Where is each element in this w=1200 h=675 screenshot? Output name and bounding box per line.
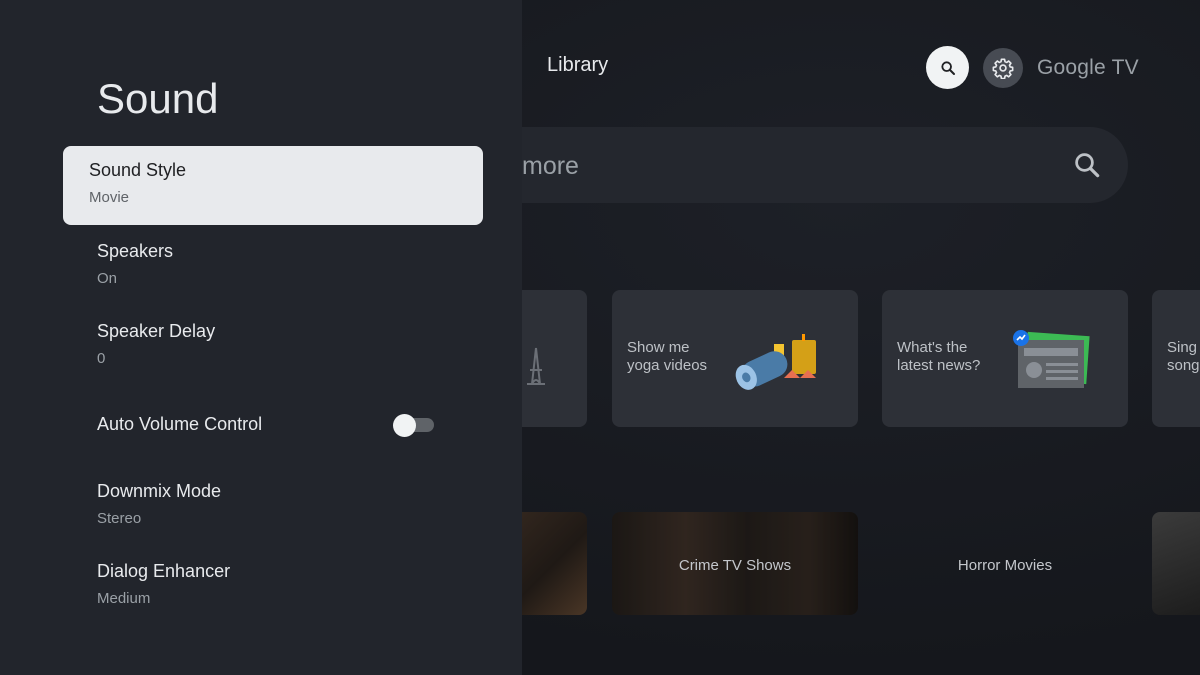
search-icon bbox=[940, 60, 955, 75]
genre-tile-partial-right[interactable] bbox=[1152, 512, 1200, 615]
tile-label: Horror Movies bbox=[957, 557, 1053, 574]
setting-speakers[interactable]: Speakers On bbox=[97, 240, 447, 288]
suggestion-card-song[interactable]: Sing song bbox=[1152, 290, 1200, 427]
setting-value: On bbox=[97, 270, 118, 287]
setting-dialog-enhancer[interactable]: Dialog Enhancer Medium bbox=[97, 560, 447, 608]
panel-title: Sound bbox=[97, 75, 219, 122]
nav-search-button[interactable] bbox=[926, 46, 969, 89]
card-text: Sing song bbox=[1167, 339, 1200, 374]
setting-value: Movie bbox=[89, 189, 130, 206]
genre-tile-horror[interactable]: Horror Movies bbox=[882, 512, 1128, 615]
card-text: What's the latest news? bbox=[897, 339, 981, 374]
tile-label: Crime TV Shows bbox=[678, 557, 792, 574]
toggle-knob bbox=[393, 414, 416, 437]
auto-volume-toggle[interactable] bbox=[393, 414, 434, 437]
eiffel-tower-icon bbox=[527, 347, 545, 385]
setting-label: Speaker Delay bbox=[97, 321, 216, 341]
google-tv-logo: Google TV bbox=[1037, 56, 1139, 79]
setting-label: Downmix Mode bbox=[97, 481, 222, 501]
setting-label: Speakers bbox=[97, 241, 174, 261]
setting-label: Sound Style bbox=[89, 160, 187, 180]
search-icon bbox=[1075, 153, 1100, 178]
setting-speaker-delay[interactable]: Speaker Delay 0 bbox=[97, 320, 447, 368]
search-bar-text: more bbox=[522, 152, 579, 180]
newspaper-icon bbox=[1013, 330, 1090, 388]
setting-value: 0 bbox=[97, 350, 106, 367]
setting-label: Dialog Enhancer bbox=[97, 561, 231, 581]
nav-tab-library[interactable]: Library bbox=[547, 54, 608, 77]
yoga-mat-icon bbox=[735, 334, 816, 390]
setting-downmix-mode[interactable]: Downmix Mode Stereo bbox=[97, 480, 447, 528]
gear-icon bbox=[992, 58, 1014, 79]
setting-value: Medium bbox=[97, 590, 151, 607]
suggestion-card-yoga[interactable]: Show me yoga videos bbox=[612, 290, 858, 427]
suggestion-card-news[interactable]: What's the latest news? bbox=[882, 290, 1128, 427]
card-text: Show me yoga videos bbox=[627, 339, 708, 374]
nav-settings-button[interactable] bbox=[983, 48, 1023, 88]
setting-sound-style[interactable]: Sound Style Movie bbox=[63, 146, 483, 225]
sound-settings-panel: Sound Sound Style Movie Speakers On Spea… bbox=[0, 0, 522, 675]
genre-tile-crime[interactable]: Crime TV Shows bbox=[612, 512, 858, 615]
setting-value: Stereo bbox=[97, 510, 142, 527]
